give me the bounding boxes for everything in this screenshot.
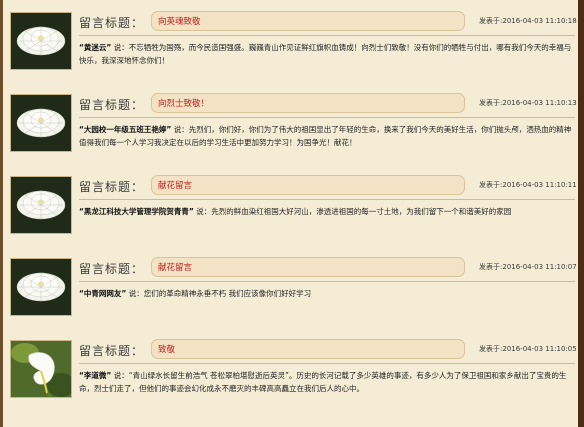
message-item: 留言标题： 向英魂致敬 发表于:2016-04-03 11:10:18 “黄迷云… <box>6 8 578 90</box>
divider <box>79 363 575 364</box>
posted-time: 发表于:2016-04-03 11:10:11 <box>479 181 577 189</box>
message-body: “李道微” 说：“青山绿水长留生前浩气 苍松翠柏堪慰逝后英灵”。历史的长河记载了… <box>79 371 567 393</box>
message-author: “黑龙江科技大学管理学院贺青青” <box>79 207 194 216</box>
message-title-field: 向英魂致敬 <box>151 11 465 31</box>
message-body: “黄迷云” 说：不忘牺牲为国殇，而今民造国强盛。巍巍青山作见证鲜红旗帜血铸成！向… <box>79 43 572 65</box>
calla-lily-photo <box>10 340 72 398</box>
message-content: “青山绿水长留生前浩气 苍松翠柏堪慰逝后英灵”。历史的长河记载了多少英雄的事迹，… <box>79 371 567 393</box>
posted-time: 发表于:2016-04-03 11:10:07 <box>479 263 577 271</box>
message-board: 留言标题： 向英魂致敬 发表于:2016-04-03 11:10:18 “黄迷云… <box>0 0 584 427</box>
posted-time: 发表于:2016-04-03 11:10:18 <box>479 17 577 25</box>
message-item: 留言标题： 献花留言 发表于:2016-04-03 11:10:07 “中青网网… <box>6 254 578 336</box>
message-title-field: 献花留言 <box>151 175 465 195</box>
message-title: 献花留言 <box>158 263 193 273</box>
title-label: 留言标题： <box>79 262 145 276</box>
title-label: 留言标题： <box>79 180 145 194</box>
divider <box>79 199 575 200</box>
message-title-field: 向烈士致敬！ <box>151 93 465 113</box>
message-item: 留言标题： 致敬 发表于:2016-04-03 11:10:05 “李道微” 说… <box>6 336 578 427</box>
chrysanthemum-photo <box>10 258 72 316</box>
message-body: “黑龙江科技大学管理学院贺青青” 说：先烈的鲜血染红祖国大好河山，渗透进祖国的每… <box>79 207 512 216</box>
message-title-field: 致敬 <box>151 339 465 359</box>
message-author: “黄迷云” <box>79 43 112 52</box>
divider <box>79 281 575 282</box>
chrysanthemum-photo <box>10 12 72 70</box>
title-label: 留言标题： <box>79 98 145 112</box>
title-label: 留言标题： <box>79 344 145 358</box>
posted-time: 发表于:2016-04-03 11:10:05 <box>479 345 577 353</box>
title-label: 留言标题： <box>79 16 145 30</box>
message-title: 向英魂致敬 <box>158 17 201 27</box>
chrysanthemum-photo <box>10 176 72 234</box>
message-content: 先烈的鲜血染红祖国大好河山，渗透进祖国的每一寸土地，为我们留下一个和谐美好的家园 <box>211 207 512 216</box>
right-scroll-rail[interactable] <box>578 0 584 427</box>
message-author: “中青网网友” <box>79 289 127 298</box>
chrysanthemum-photo <box>10 94 72 152</box>
message-item: 留言标题： 向烈士致敬！ 发表于:2016-04-03 11:10:13 “大园… <box>6 90 578 172</box>
message-title: 致敬 <box>158 345 176 355</box>
posted-time: 发表于:2016-04-03 11:10:13 <box>479 99 577 107</box>
message-title: 向烈士致敬！ <box>158 99 210 109</box>
message-author: “大园校一年级五班王艳婷” <box>79 125 172 134</box>
message-body: “大园校一年级五班王艳婷” 说：先烈们，你们好，你们为了伟大的祖国显出了年轻的生… <box>79 125 572 147</box>
message-content: 不忘牺牲为国殇，而今民造国强盛。巍巍青山作见证鲜红旗帜血铸成！向烈士们致敬！没有… <box>79 43 572 65</box>
divider <box>79 35 575 36</box>
message-body: “中青网网友” 说：您们的革命精神永垂不朽 我们应该像你们好好学习 <box>79 289 312 298</box>
divider <box>79 117 575 118</box>
message-title: 献花留言 <box>158 181 193 191</box>
message-title-field: 献花留言 <box>151 257 465 277</box>
message-content: 您们的革命精神永垂不朽 我们应该像你们好好学习 <box>143 289 312 298</box>
left-frame-rail <box>0 0 3 427</box>
message-item: 留言标题： 献花留言 发表于:2016-04-03 11:10:11 “黑龙江科… <box>6 172 578 254</box>
message-author: “李道微” <box>79 371 112 380</box>
